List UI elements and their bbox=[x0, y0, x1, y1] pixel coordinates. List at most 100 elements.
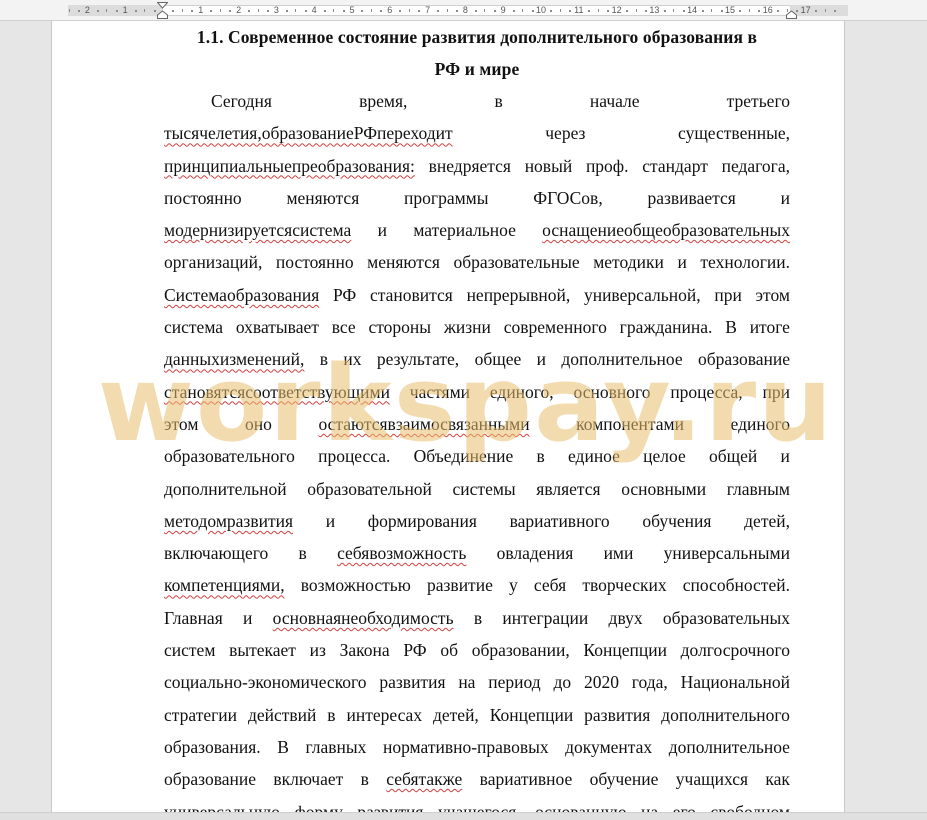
paragraph-line: социально-экономического развития на период… bbox=[164, 666, 790, 698]
ruler-half-tick bbox=[597, 9, 599, 12]
word: Объединение bbox=[413, 446, 514, 467]
paragraph-line: методомразвития и формирования вариативного… bbox=[164, 505, 790, 537]
word: постоянно bbox=[275, 252, 354, 273]
ruler-quarter-dot bbox=[701, 10, 704, 12]
word: основнаянеобходимость bbox=[272, 607, 454, 628]
word: образование bbox=[164, 769, 257, 790]
word: и bbox=[677, 252, 687, 273]
ruler-half-tick bbox=[333, 9, 335, 12]
word: системы bbox=[452, 478, 516, 499]
word: себятакже bbox=[386, 769, 463, 790]
ruler-quarter-dot bbox=[248, 10, 251, 12]
word: интеграции bbox=[502, 607, 589, 628]
word: в bbox=[473, 607, 483, 628]
paragraph-line: стратегии действий в интересах детей, Концепц… bbox=[164, 699, 790, 731]
word: как bbox=[765, 769, 790, 790]
ruler-half-tick bbox=[824, 9, 826, 12]
ruler-quarter-dot bbox=[285, 10, 288, 12]
ruler-quarter-dot bbox=[153, 10, 156, 12]
ruler-half-tick bbox=[257, 9, 259, 12]
word: образования. bbox=[164, 736, 261, 757]
document-body[interactable]: 1.1. Современное состояние развития допо… bbox=[164, 21, 790, 819]
word: вытекает bbox=[229, 640, 296, 661]
ruler-number: 2 bbox=[84, 5, 90, 15]
ruler-quarter-dot bbox=[229, 10, 232, 12]
word: образовательные bbox=[453, 252, 580, 273]
document-page[interactable]: 1.1. Современное состояние развития допо… bbox=[51, 21, 845, 819]
word: основными bbox=[621, 478, 707, 499]
ruler-quarter-dot bbox=[134, 10, 137, 12]
ruler-quarter-dot bbox=[418, 10, 421, 12]
word: образовании, bbox=[471, 640, 570, 661]
right-indent-marker[interactable] bbox=[786, 2, 797, 19]
first-line-indent-marker[interactable] bbox=[157, 2, 168, 19]
word: программы bbox=[404, 187, 489, 208]
horizontal-ruler[interactable]: 2 1 1 2 3 4 5 6 7 8 9 10 11 12 13 14 15 16 17 bbox=[0, 0, 927, 21]
word: и bbox=[780, 446, 790, 467]
ruler-half-tick bbox=[635, 9, 637, 12]
word: документах bbox=[565, 736, 653, 757]
ruler-quarter-dot bbox=[191, 10, 194, 12]
ruler-half-tick bbox=[106, 9, 108, 12]
word: стратегии bbox=[164, 704, 238, 725]
ruler-quarter-dot bbox=[644, 10, 647, 12]
word: этом bbox=[164, 413, 199, 434]
paragraph-line: образование включает в себятакже вариативное… bbox=[164, 763, 790, 795]
word: и bbox=[536, 349, 546, 370]
word: жизни bbox=[443, 317, 491, 338]
ruler-half-tick bbox=[295, 9, 297, 12]
ruler-quarter-dot bbox=[455, 10, 458, 12]
word: универсальными bbox=[663, 543, 790, 564]
paragraph-line: становятсясоответствующими частями единого… bbox=[164, 376, 790, 408]
word: при bbox=[714, 284, 742, 305]
word: меняются bbox=[286, 187, 360, 208]
ruler-quarter-dot bbox=[588, 10, 591, 12]
ruler-quarter-dot bbox=[342, 10, 345, 12]
word: этом bbox=[755, 284, 790, 305]
ruler-number: 16 bbox=[762, 5, 773, 15]
word: вариативное bbox=[479, 769, 573, 790]
word: модернизируетсясистема bbox=[164, 220, 352, 241]
ruler-number: 14 bbox=[687, 5, 698, 15]
ruler-quarter-dot bbox=[172, 10, 175, 12]
ruler-quarter-dot bbox=[550, 10, 553, 12]
word: данныхизменений, bbox=[164, 349, 305, 370]
word: главным bbox=[726, 478, 790, 499]
word: Национальной bbox=[680, 672, 790, 693]
ruler-half-tick bbox=[68, 9, 70, 12]
word: овладения bbox=[496, 543, 574, 564]
word: возможностью bbox=[300, 575, 411, 596]
word: начале bbox=[589, 91, 640, 111]
word: компонентами bbox=[576, 413, 684, 434]
word: и bbox=[243, 607, 253, 628]
word: себя bbox=[533, 575, 567, 596]
word: в bbox=[360, 769, 369, 790]
ruler-number: 7 bbox=[425, 5, 431, 15]
word: период bbox=[488, 672, 541, 693]
ruler-quarter-dot bbox=[437, 10, 440, 12]
word: материальное bbox=[413, 220, 516, 241]
word: детей, bbox=[432, 704, 479, 725]
ruler-number: 6 bbox=[387, 5, 393, 15]
word: на bbox=[458, 672, 476, 693]
ruler-half-tick bbox=[484, 9, 486, 12]
word: главных bbox=[305, 736, 367, 757]
ruler-quarter-dot bbox=[720, 10, 723, 12]
ruler-quarter-dot bbox=[758, 10, 761, 12]
word: организаций, bbox=[164, 252, 263, 273]
word: развивается bbox=[647, 187, 736, 208]
word: основного bbox=[573, 381, 651, 402]
ruler-number: 11 bbox=[574, 5, 584, 15]
ruler-quarter-dot bbox=[380, 10, 383, 12]
word: через bbox=[545, 123, 586, 144]
word: оснащениеобщеобразовательных bbox=[542, 220, 790, 241]
word: современного bbox=[503, 317, 607, 338]
word: единого, bbox=[489, 381, 554, 402]
word: постоянно bbox=[164, 187, 242, 208]
word: Концепции bbox=[583, 640, 667, 661]
word: дополнительного bbox=[661, 704, 790, 725]
word: года, bbox=[631, 672, 668, 693]
ruler-number: 10 bbox=[535, 5, 546, 15]
ruler-quarter-dot bbox=[115, 10, 118, 12]
word: творческих bbox=[582, 575, 667, 596]
